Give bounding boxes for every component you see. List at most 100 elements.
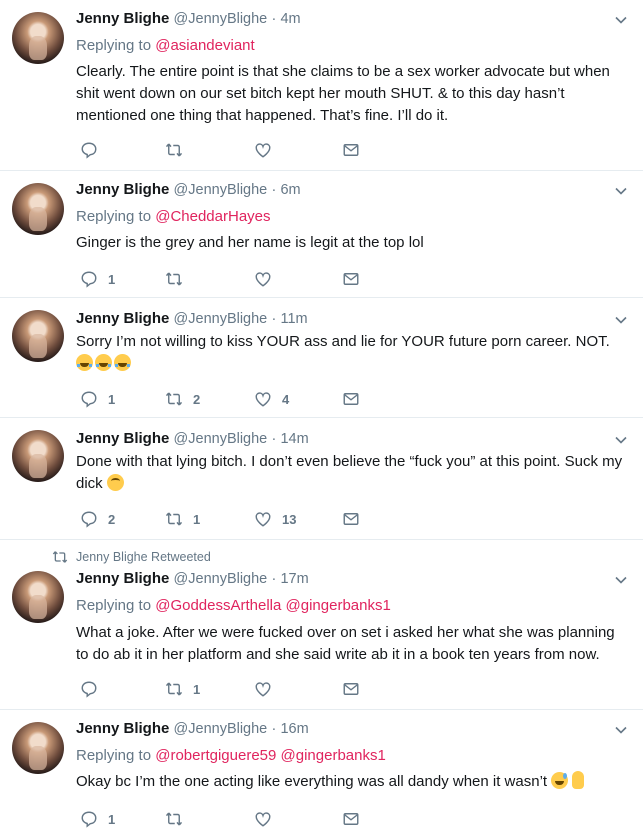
- timestamp[interactable]: 16m: [280, 721, 308, 737]
- like-button[interactable]: [254, 679, 282, 699]
- mention-link[interactable]: @asiandeviant: [155, 37, 254, 54]
- avatar[interactable]: [12, 722, 64, 774]
- reply-button[interactable]: [80, 679, 108, 699]
- direct-message-button[interactable]: [342, 679, 360, 699]
- direct-message-button[interactable]: [342, 809, 360, 829]
- mention-link[interactable]: @gingerbanks1: [286, 597, 391, 614]
- tweet-header: Jenny Blighe @JennyBlighe · 16m: [76, 719, 309, 739]
- retweet-context[interactable]: Jenny Blighe Retweeted: [0, 549, 643, 565]
- reply-button[interactable]: 1: [80, 389, 115, 409]
- direct-message-button[interactable]: [342, 509, 360, 529]
- face-with-tears-of-joy-icon: [76, 354, 93, 371]
- mention-link[interactable]: @GoddessArthella: [155, 597, 281, 614]
- retweet-button[interactable]: 1: [165, 679, 200, 699]
- retweet-count: 2: [193, 391, 201, 407]
- like-button[interactable]: [254, 809, 282, 829]
- retweet-button[interactable]: [165, 140, 193, 160]
- separator-dot: ·: [271, 721, 277, 737]
- display-name[interactable]: Jenny Blighe: [76, 181, 169, 198]
- tweet-text-body: Okay bc I’m the one acting like everythi…: [76, 773, 548, 790]
- reply-icon: [80, 141, 98, 159]
- like-button[interactable]: 4: [254, 389, 289, 409]
- reply-count: 1: [108, 811, 116, 827]
- tweet[interactable]: Jenny Blighe Retweeted Jenny Blighe @Jen…: [0, 540, 643, 710]
- display-name[interactable]: Jenny Blighe: [76, 10, 169, 27]
- mention-link[interactable]: @CheddarHayes: [155, 208, 270, 225]
- retweet-button[interactable]: [165, 269, 193, 289]
- tweet-menu-chevron-down-icon[interactable]: [615, 14, 627, 26]
- like-button[interactable]: [254, 269, 282, 289]
- avatar[interactable]: [12, 571, 64, 623]
- avatar[interactable]: [12, 430, 64, 482]
- avatar[interactable]: [12, 183, 64, 235]
- replying-to: Replying to @CheddarHayes: [76, 207, 271, 227]
- replying-to: Replying to @GoddessArthella @gingerbank…: [76, 596, 391, 616]
- user-handle[interactable]: @JennyBlighe: [174, 431, 268, 447]
- separator-dot: ·: [271, 182, 277, 198]
- replying-label: Replying to: [76, 747, 152, 764]
- tweet[interactable]: Jenny Blighe @JennyBlighe · 6m Replying …: [0, 171, 643, 298]
- display-name[interactable]: Jenny Blighe: [76, 310, 169, 327]
- retweet-button[interactable]: [165, 809, 193, 829]
- retweet-button[interactable]: 2: [165, 389, 200, 409]
- tweet-menu-chevron-down-icon[interactable]: [615, 314, 627, 326]
- user-handle[interactable]: @JennyBlighe: [174, 571, 268, 587]
- mention-link[interactable]: @gingerbanks1: [281, 747, 386, 764]
- tweet-actions: [80, 140, 620, 160]
- upside-down-face-icon: [106, 474, 124, 491]
- user-handle[interactable]: @JennyBlighe: [174, 311, 268, 327]
- reply-button[interactable]: 2: [80, 509, 115, 529]
- tweet[interactable]: Jenny Blighe @JennyBlighe · 16m Replying…: [0, 710, 643, 839]
- like-button[interactable]: [254, 140, 282, 160]
- retweet-button[interactable]: 1: [165, 509, 200, 529]
- tweet-menu-chevron-down-icon[interactable]: [615, 574, 627, 586]
- heart-icon: [254, 810, 272, 828]
- direct-message-button[interactable]: [342, 389, 360, 409]
- tweet[interactable]: Jenny Blighe @JennyBlighe · 14m Done wit…: [0, 418, 643, 540]
- tweet-header: Jenny Blighe @JennyBlighe · 14m: [76, 429, 309, 449]
- heart-icon: [254, 270, 272, 288]
- tweet-menu-chevron-down-icon[interactable]: [615, 434, 627, 446]
- tweet-text-body: Sorry I’m not willing to kiss YOUR ass a…: [76, 333, 610, 350]
- tweet-menu-chevron-down-icon[interactable]: [615, 724, 627, 736]
- retweet-icon: [165, 270, 183, 288]
- retweet-count: 1: [193, 511, 201, 527]
- tweet[interactable]: Jenny Blighe @JennyBlighe · 4m Replying …: [0, 0, 643, 171]
- tweet-text: What a joke. After we were fucked over o…: [76, 624, 615, 663]
- avatar[interactable]: [12, 310, 64, 362]
- tweet-header: Jenny Blighe @JennyBlighe · 17m: [76, 569, 309, 589]
- replying-label: Replying to: [76, 37, 152, 54]
- timestamp[interactable]: 6m: [280, 182, 300, 198]
- timestamp[interactable]: 14m: [280, 431, 308, 447]
- timestamp[interactable]: 4m: [280, 11, 300, 27]
- reply-button[interactable]: 1: [80, 809, 115, 829]
- display-name[interactable]: Jenny Blighe: [76, 720, 169, 737]
- replying-label: Replying to: [76, 208, 152, 225]
- tweet-text: Sorry I’m not willing to kiss YOUR ass a…: [76, 331, 626, 375]
- tweet-actions: 1: [80, 269, 620, 289]
- timestamp[interactable]: 17m: [280, 571, 308, 587]
- display-name[interactable]: Jenny Blighe: [76, 570, 169, 587]
- tweet[interactable]: Jenny Blighe @JennyBlighe · 11m Sorry I’…: [0, 298, 643, 418]
- separator-dot: ·: [271, 11, 277, 27]
- reply-button[interactable]: 1: [80, 269, 115, 289]
- user-handle[interactable]: @JennyBlighe: [174, 721, 268, 737]
- mention-link[interactable]: @robertgiguere59: [155, 747, 276, 764]
- avatar[interactable]: [12, 12, 64, 64]
- timestamp[interactable]: 11m: [280, 311, 307, 327]
- display-name[interactable]: Jenny Blighe: [76, 430, 169, 447]
- tweet-menu-chevron-down-icon[interactable]: [615, 185, 627, 197]
- envelope-icon: [342, 390, 360, 408]
- envelope-icon: [342, 680, 360, 698]
- reply-button[interactable]: [80, 140, 108, 160]
- direct-message-button[interactable]: [342, 140, 360, 160]
- user-handle[interactable]: @JennyBlighe: [174, 182, 268, 198]
- like-button[interactable]: 13: [254, 509, 296, 529]
- heart-icon: [254, 510, 272, 528]
- retweet-icon: [165, 141, 183, 159]
- tweet-text: Clearly. The entire point is that she cl…: [76, 63, 610, 124]
- envelope-icon: [342, 510, 360, 528]
- direct-message-button[interactable]: [342, 269, 360, 289]
- tweet-actions: 1: [80, 679, 620, 699]
- user-handle[interactable]: @JennyBlighe: [174, 11, 268, 27]
